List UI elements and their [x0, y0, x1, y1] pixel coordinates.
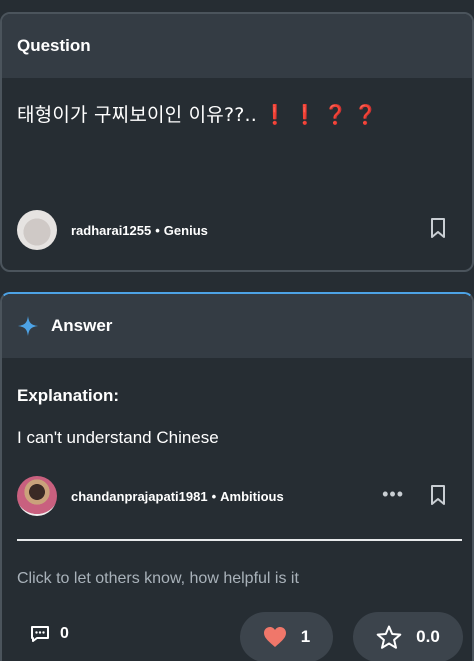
like-button[interactable]: 1: [240, 612, 333, 661]
answer-header: Answer: [2, 294, 472, 358]
star-icon: [376, 625, 402, 649]
comments-count: 0: [60, 625, 69, 642]
comments-button[interactable]: 0: [30, 624, 69, 644]
exclamation-emoji-1: ❗: [263, 104, 288, 126]
rate-button[interactable]: 0.0: [353, 612, 463, 661]
sparkle-icon: [18, 316, 38, 336]
helpful-prompt: Click to let others know, how helpful is…: [17, 570, 299, 587]
question-text: 태형이가 구찌보이인 이유??.. ❗ ❗ ❓ ❓: [17, 100, 377, 127]
author-name[interactable]: chandanprajapati1981: [71, 489, 208, 504]
question-emoji-white: ❓: [323, 104, 348, 126]
rating-value: 0.0: [416, 627, 440, 646]
author-name[interactable]: radharai1255: [71, 223, 151, 238]
question-author[interactable]: radharai1255 • Genius: [17, 210, 208, 250]
answer-author[interactable]: chandanprajapati1981 • Ambitious: [17, 476, 284, 516]
action-bar: 0 1 0.0: [2, 612, 472, 661]
question-card: Question 태형이가 구찌보이인 이유??.. ❗ ❗ ❓ ❓ radha…: [0, 12, 474, 272]
answer-header-label: Answer: [51, 316, 113, 335]
author-rank: Ambitious: [220, 488, 284, 504]
question-emoji-red: ❓: [353, 104, 378, 126]
explanation-title: Explanation:: [17, 386, 120, 405]
question-header: Question: [2, 14, 472, 78]
author-rank: Genius: [163, 222, 208, 238]
avatar[interactable]: [17, 476, 57, 516]
explanation-text: I can't understand Chinese: [17, 428, 219, 447]
answer-card: Answer Explanation: I can't understand C…: [0, 292, 474, 661]
comment-icon: [31, 626, 49, 642]
heart-icon: [263, 627, 286, 647]
bookmark-icon[interactable]: [430, 218, 446, 238]
avatar[interactable]: [17, 210, 57, 250]
author-separator: •: [211, 488, 217, 504]
author-separator: •: [155, 222, 160, 238]
more-icon[interactable]: •••: [382, 484, 404, 505]
likes-count: 1: [300, 627, 311, 646]
exclamation-emoji-2: ❗: [293, 104, 318, 126]
divider: [17, 539, 462, 541]
question-body: 태형이가 구찌보이인 이유??..: [17, 104, 258, 126]
bookmark-icon[interactable]: [430, 485, 446, 505]
